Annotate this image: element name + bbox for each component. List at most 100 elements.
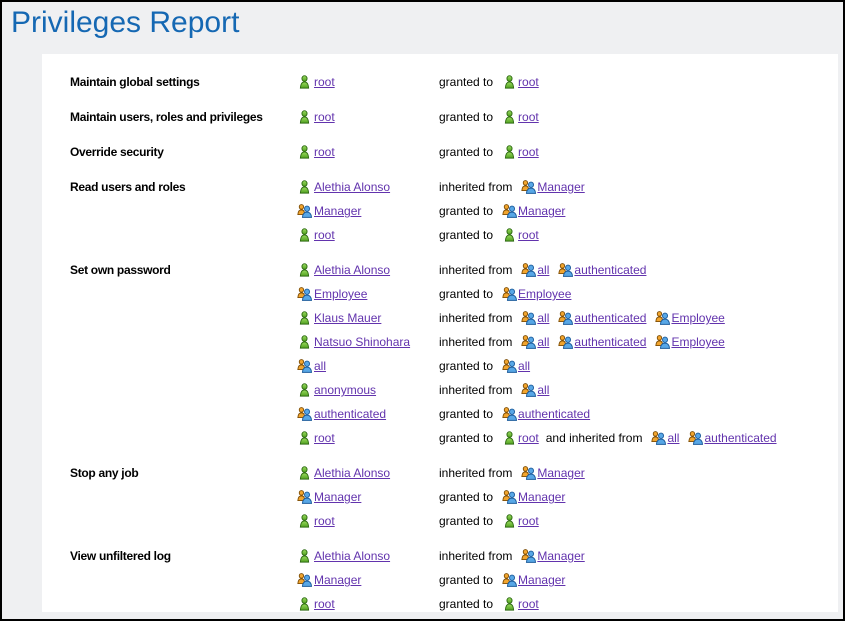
user-link[interactable]: anonymous [314, 383, 376, 397]
role-link[interactable]: all [314, 359, 326, 373]
role-link[interactable]: Manager [537, 549, 584, 563]
role-link[interactable]: Manager [314, 573, 361, 587]
privilege-name: Maintain global settings [70, 75, 295, 89]
linked-entity: Manager [500, 490, 565, 504]
role-icon [653, 311, 671, 325]
relation-text: granted to [439, 573, 493, 587]
privilege-row: Set own passwordAlethia Alonsoinherited … [70, 258, 838, 282]
linked-entity: authenticated [556, 263, 646, 277]
user-link[interactable]: root [314, 431, 335, 445]
subject-cell: Manager [295, 573, 439, 587]
role-link[interactable]: authenticated [518, 407, 590, 421]
user-link[interactable]: root [314, 110, 335, 124]
role-link[interactable]: Manager [518, 204, 565, 218]
privilege-row: rootgranted toroot [70, 509, 838, 533]
user-link[interactable]: root [314, 75, 335, 89]
user-icon [500, 145, 518, 159]
user-link[interactable]: root [314, 514, 335, 528]
relation-text: inherited from [439, 335, 512, 349]
role-link[interactable]: Employee [314, 287, 367, 301]
role-icon [519, 383, 537, 397]
relation-cell: granted toroot [439, 75, 838, 89]
subject-cell: Alethia Alonso [295, 263, 439, 277]
role-link[interactable]: all [518, 359, 530, 373]
role-icon [556, 335, 574, 349]
user-link[interactable]: root [518, 110, 539, 124]
role-link[interactable]: Manager [314, 490, 361, 504]
user-link[interactable]: root [314, 145, 335, 159]
linked-entity: Employee [500, 287, 571, 301]
relation-cell: granted to Manager [439, 573, 838, 587]
relation-cell: granted toroot [439, 514, 838, 528]
user-icon [295, 145, 314, 159]
privilege-row: Maintain global settingsrootgranted toro… [70, 70, 838, 94]
user-link[interactable]: Klaus Mauer [314, 311, 381, 325]
user-link[interactable]: root [518, 514, 539, 528]
privilege-row: Managergranted toManager [70, 485, 838, 509]
role-link[interactable]: all [537, 263, 549, 277]
role-link[interactable]: authenticated [574, 311, 646, 325]
subject-cell: Alethia Alonso [295, 466, 439, 480]
relation-text: granted to [439, 407, 493, 421]
role-link[interactable]: Manager [518, 573, 565, 587]
user-link[interactable]: root [518, 431, 539, 445]
user-link[interactable]: Alethia Alonso [314, 263, 390, 277]
subject-cell: root [295, 431, 439, 445]
role-link[interactable]: Manager [537, 180, 584, 194]
role-icon [500, 490, 518, 504]
role-icon [519, 180, 537, 194]
user-link[interactable]: Alethia Alonso [314, 549, 390, 563]
user-icon [295, 180, 314, 194]
subject-cell: anonymous [295, 383, 439, 397]
role-link[interactable]: Manager [518, 490, 565, 504]
privilege-group: Override securityrootgranted toroot [70, 140, 838, 164]
linked-entity: authenticated [686, 431, 776, 445]
role-icon [295, 407, 314, 421]
user-link[interactable]: Alethia Alonso [314, 180, 390, 194]
role-link[interactable]: all [537, 383, 549, 397]
relation-cell: granted toroot [439, 597, 838, 611]
privilege-group: Set own password Alethia Alonso inherited … [70, 258, 838, 450]
subject-cell: root [295, 514, 439, 528]
user-icon [295, 335, 314, 349]
user-icon [295, 311, 314, 325]
role-link[interactable]: authenticated [704, 431, 776, 445]
user-icon [295, 466, 314, 480]
role-link[interactable]: all [537, 335, 549, 349]
user-link[interactable]: Alethia Alonso [314, 466, 390, 480]
privilege-name: Read users and roles [70, 180, 295, 194]
user-icon [295, 514, 314, 528]
linked-entity: Manager [500, 573, 565, 587]
relation-text: inherited from [439, 311, 512, 325]
privilege-name: Maintain users, roles and privileges [70, 110, 295, 124]
role-link[interactable]: Manager [537, 466, 584, 480]
privilege-row: anonymousinherited fromall [70, 378, 838, 402]
privilege-row: allgranted toall [70, 354, 838, 378]
role-link[interactable]: Employee [671, 311, 724, 325]
subject-cell: root [295, 228, 439, 242]
role-link[interactable]: Employee [671, 335, 724, 349]
user-link[interactable]: root [518, 145, 539, 159]
role-icon [500, 359, 518, 373]
role-link[interactable]: authenticated [574, 335, 646, 349]
role-link[interactable]: Manager [314, 204, 361, 218]
user-link[interactable]: root [518, 597, 539, 611]
privilege-group: Maintain global settingsrootgranted toro… [70, 70, 838, 94]
user-link[interactable]: root [518, 228, 539, 242]
privilege-row: Manager granted to Manager [70, 568, 838, 592]
role-link[interactable]: all [667, 431, 679, 445]
relation-text: granted to [439, 204, 493, 218]
role-link[interactable]: authenticated [314, 407, 386, 421]
user-link[interactable]: root [518, 75, 539, 89]
privilege-name: Set own password [70, 263, 295, 277]
relation-cell: granted toManager [439, 490, 838, 504]
role-link[interactable]: authenticated [574, 263, 646, 277]
role-link[interactable]: Employee [518, 287, 571, 301]
user-link[interactable]: root [314, 597, 335, 611]
user-icon [295, 383, 314, 397]
user-link[interactable]: root [314, 228, 335, 242]
role-icon [556, 263, 574, 277]
user-link[interactable]: Natsuo Shinohara [314, 335, 410, 349]
linked-entity: all [519, 335, 549, 349]
role-link[interactable]: all [537, 311, 549, 325]
